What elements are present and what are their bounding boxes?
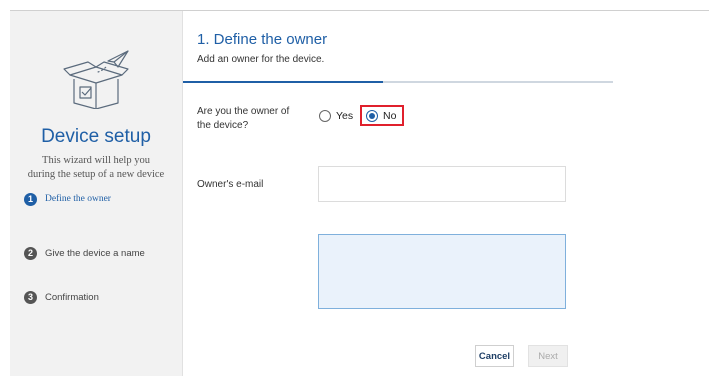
radio-yes[interactable]: Yes: [319, 110, 353, 122]
box-with-paper-plane-icon: [63, 50, 129, 109]
setup-subtitle-line2: during the setup of a new device: [27, 169, 165, 180]
step-number: 3: [24, 290, 37, 304]
owner-question: Are you the owner of the device?: [197, 105, 317, 133]
notes-textarea[interactable]: [318, 234, 566, 309]
radio-yes-label: Yes: [336, 110, 354, 122]
step-label: Confirmation: [45, 291, 99, 303]
step-define-owner[interactable]: 1 Define the owner: [24, 190, 111, 208]
owner-question-line2: the device?: [197, 120, 249, 131]
setup-subtitle: This wizard will help you during the set…: [10, 154, 182, 182]
page-description: Add an owner for the device.: [197, 54, 325, 65]
page-title: 1. Define the owner: [197, 31, 328, 48]
highlight-box: [360, 105, 404, 126]
email-label: Owner's e-mail: [197, 179, 264, 190]
step-label: Give the device a name: [45, 247, 145, 259]
step-confirmation[interactable]: 3 Confirmation: [24, 288, 99, 306]
owner-question-line1: Are you the owner of: [197, 106, 290, 117]
wizard-main: 1. Define the owner Add an owner for the…: [183, 11, 708, 376]
step-number: 1: [24, 192, 37, 206]
email-field[interactable]: [318, 166, 566, 202]
next-button[interactable]: Next: [528, 345, 568, 367]
setup-subtitle-line1: This wizard will help you: [42, 155, 150, 166]
radio-yes-circle[interactable]: [319, 110, 331, 122]
wizard-sidebar: Device setup This wizard will help you d…: [10, 11, 183, 376]
step-device-name[interactable]: 2 Give the device a name: [24, 244, 145, 262]
progress-divider-active: [183, 81, 383, 83]
step-number: 2: [24, 246, 37, 260]
cancel-button[interactable]: Cancel: [475, 345, 514, 367]
setup-title: Device setup: [41, 126, 151, 147]
step-label: Define the owner: [45, 194, 111, 204]
